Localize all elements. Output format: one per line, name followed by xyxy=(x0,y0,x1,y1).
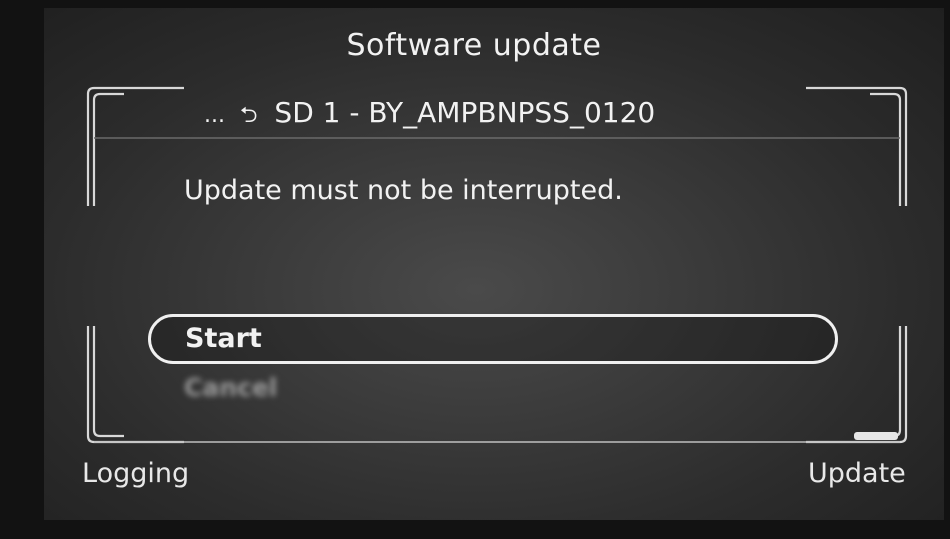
update-softkey[interactable]: Update xyxy=(808,458,906,489)
cancel-button[interactable]: Cancel xyxy=(184,373,277,402)
screen-title: Software update xyxy=(346,28,602,63)
file-path-label: SD 1 - BY_AMPBNPSS_0120 xyxy=(274,96,656,129)
path-ellipsis: ... xyxy=(204,103,225,128)
logging-softkey[interactable]: Logging xyxy=(82,458,189,489)
start-button-label: Start xyxy=(185,323,262,354)
file-path-header: ... ⮌ SD 1 - BY_AMPBNPSS_0120 xyxy=(204,96,655,136)
warning-message: Update must not be interrupted. xyxy=(184,175,623,206)
display-bezel: Software update ... ⮌ SD 1 - BY_AMPBNPSS… xyxy=(0,0,950,539)
start-button[interactable]: Start xyxy=(148,314,838,364)
infotainment-screen: Software update ... ⮌ SD 1 - BY_AMPBNPSS… xyxy=(44,8,944,520)
return-arrow-icon: ⮌ xyxy=(239,103,258,128)
